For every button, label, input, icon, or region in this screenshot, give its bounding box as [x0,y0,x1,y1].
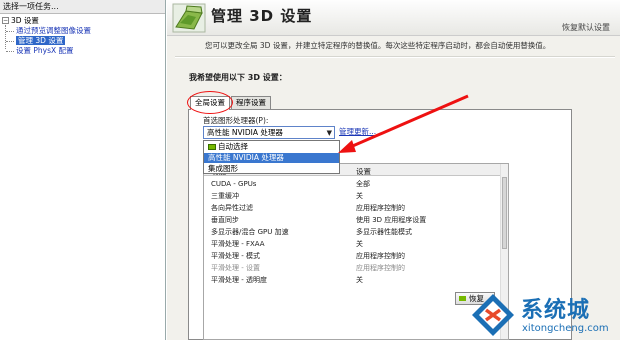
annotation-arrow [338,94,469,153]
watermark-logo-icon [472,294,514,336]
watermark-title: 系统城 [521,298,591,323]
watermark-subtitle: xitongcheng.com [522,323,609,334]
watermark: 系统城 xitongcheng.com [470,292,620,340]
